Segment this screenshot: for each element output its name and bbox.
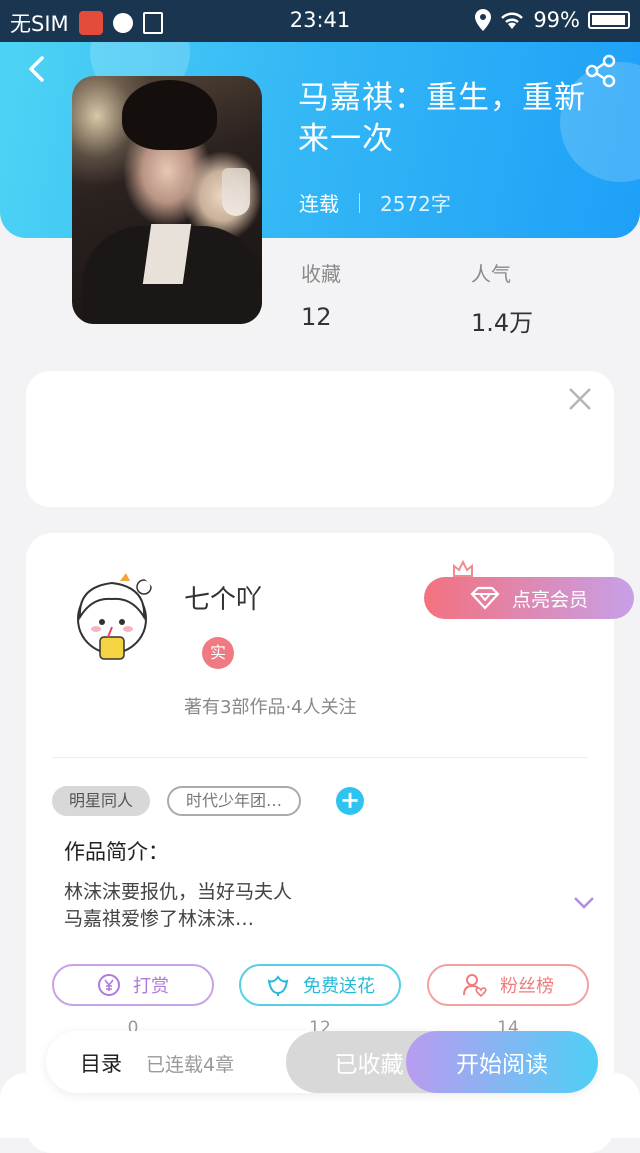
ad-card [26,371,614,507]
verified-badge: 实 [202,637,234,669]
author-name[interactable]: 七个吖 [184,579,262,616]
author-stats: 著有3部作品·4人关注 [184,697,357,718]
status-bar: 无SIM 23:41 99% [0,0,640,42]
toc-link[interactable]: 目录 [80,1048,122,1078]
popularity-label: 人气 [471,262,511,286]
intro-line: 林沫沫要报仇，当好马夫人 [64,881,293,903]
light-up-vip-button[interactable]: 点亮会员 [424,577,634,619]
fans-rank-button[interactable]: 粉丝榜 [427,964,589,1006]
popularity-stat: 人气 1.4万 [471,258,533,338]
plus-icon: + [339,786,361,814]
reward-button[interactable]: 打赏 [52,964,214,1006]
cover-figure-shirt [142,224,192,284]
cover-wine-glass [222,168,250,216]
reward-label: 打赏 [133,976,169,997]
favorites-value: 12 [301,303,332,331]
section-divider [52,757,588,758]
wifi-icon [501,12,524,29]
status-right: 99% [475,8,630,32]
author-avatar[interactable] [62,567,162,667]
fans-label: 粉丝榜 [500,976,554,997]
book-meta: 连载 2572字 [299,188,451,217]
chapter-count[interactable]: 已连载4章 [146,1050,234,1077]
bottom-action-bar: 目录 已连载4章 已收藏 开始阅读 [46,1031,598,1093]
meta-divider [359,192,360,213]
chevron-down-icon[interactable] [572,895,596,911]
favorites-stat: 收藏 12 [301,258,341,331]
crown-icon [453,560,473,577]
serial-status: 连载 [299,192,339,216]
favorites-label: 收藏 [301,262,341,286]
tag-celebrity-fanfic[interactable]: 明星同人 [52,786,150,816]
close-icon[interactable] [566,385,594,413]
flower-icon [267,975,289,996]
flower-label: 免费送花 [303,976,375,997]
battery-percent: 99% [533,8,580,32]
popularity-value: 1.4万 [471,309,534,337]
free-flower-button[interactable]: 免费送花 [239,964,401,1006]
back-icon[interactable] [22,54,52,84]
add-tag-button[interactable]: + [336,787,364,815]
start-reading-button[interactable]: 开始阅读 [406,1031,598,1093]
battery-icon [588,11,630,29]
intro-heading: 作品简介： [64,840,169,864]
location-icon [475,9,492,31]
person-heart-icon [463,974,487,997]
cover-figure-hair [122,80,217,150]
diamond-icon [470,586,500,610]
tag-tnt[interactable]: 时代少年团… [167,786,301,816]
intro-line: 马嘉祺爱惨了林沫沫… [64,908,255,930]
book-title: 马嘉祺：重生，重新来一次 [298,80,586,157]
word-count: 2572字 [380,192,451,216]
vip-button-label: 点亮会员 [511,589,588,611]
yen-coin-icon [98,974,120,996]
book-cover-image[interactable] [72,76,262,324]
intro-text[interactable]: 林沫沫要报仇，当好马夫人 马嘉祺爱惨了林沫沫… [64,879,544,933]
